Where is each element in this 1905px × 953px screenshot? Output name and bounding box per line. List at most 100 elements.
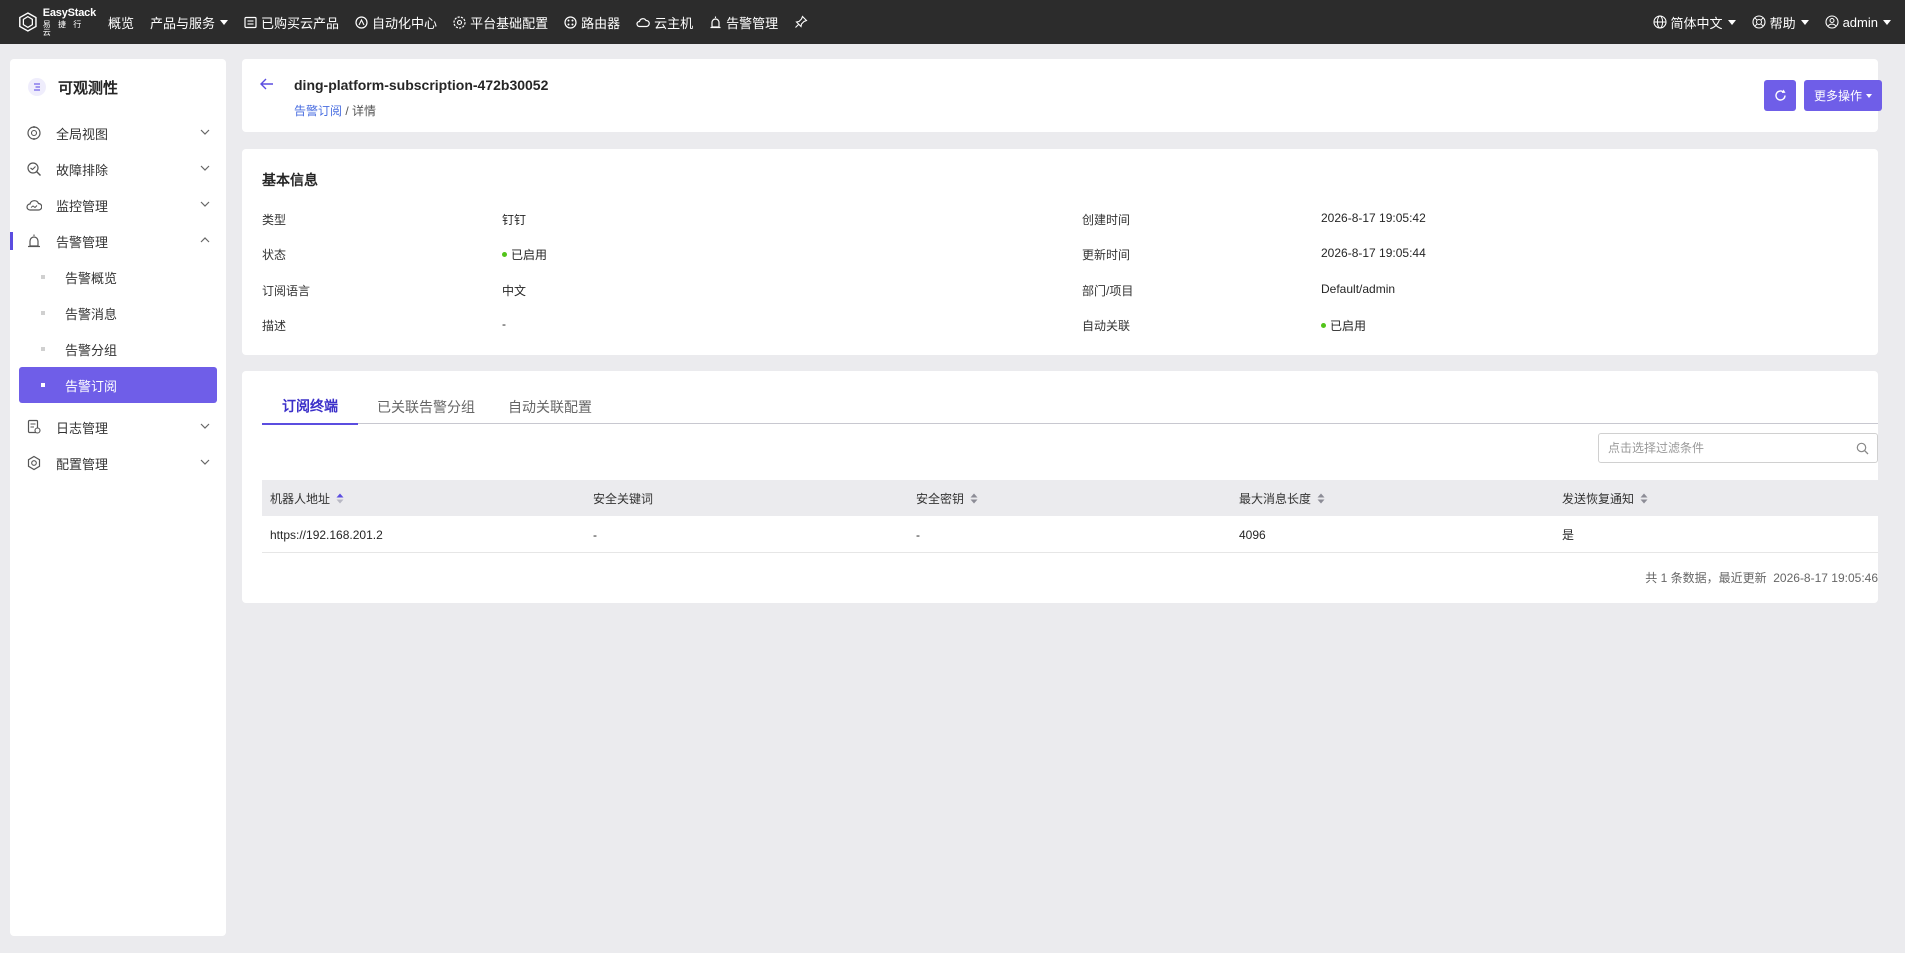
chevron-down-icon [200,459,210,465]
nav-cloud-host-label: 云主机 [654,15,694,31]
tab-subscription-endpoints[interactable]: 订阅终端 [262,389,358,425]
basic-info-card: 基本信息 类型 钉钉 状态 已启用 订阅语言 中文 描述 - 创建时间 2026… [242,149,1878,355]
tab-auto-association-config[interactable]: 自动关联配置 [498,389,602,424]
logo-text-top: EasyStack [42,6,96,19]
nav-router[interactable]: 路由器 [564,0,620,44]
sidebar-subitem-alarm-messages[interactable]: 告警消息 [19,295,217,331]
logo-text-bottom: 易 捷 行 云 [42,19,84,37]
chevron-down-icon [220,19,229,25]
description-value: - [502,317,506,331]
nav-platform-config[interactable]: 平台基础配置 [453,0,548,44]
sidebar-subitem-alarm-groups[interactable]: 告警分组 [19,331,217,367]
breadcrumb: 告警订阅 / 详情 [294,102,376,119]
top-navbar: EasyStack 易 捷 行 云 概览 产品与服务 已购买云产品 自动化中心 [0,0,1905,44]
sidebar-subitem-alarm-subscription[interactable]: 告警订阅 [19,367,217,403]
refresh-button[interactable] [1764,80,1796,111]
pin-button[interactable] [794,0,808,44]
help-icon [1752,15,1766,29]
breadcrumb-link-alarm-subscription[interactable]: 告警订阅 [294,104,342,118]
column-header-label: 发送恢复通知 [1562,491,1635,506]
nav-cloud-host[interactable]: 云主机 [636,0,693,44]
filter-input[interactable] [1608,441,1843,455]
sort-icon[interactable] [1640,493,1648,504]
column-header-secret-key[interactable]: 安全密钥 [916,480,978,516]
nav-products-services[interactable]: 产品与服务 [150,0,229,44]
sidebar-item-monitoring[interactable]: 监控管理 [10,187,226,223]
language-label: 简体中文 [1670,15,1723,31]
status-label: 状态 [262,248,287,262]
sort-icon[interactable] [1317,493,1325,504]
sidebar-item-label: 日志管理 [56,420,109,436]
sidebar-subitem-label: 告警订阅 [65,378,118,394]
log-icon [27,419,41,434]
table-cell-send-recovery: 是 [1562,528,1575,542]
column-header-robot-url[interactable]: 机器人地址 [270,480,344,516]
bullet-icon [41,311,45,315]
sidebar-item-label: 监控管理 [56,198,109,214]
chevron-down-icon [200,129,210,135]
column-header-label: 安全关键词 [593,491,654,506]
section-title: 基本信息 [262,172,318,188]
easystack-logo[interactable]: EasyStack 易 捷 行 云 [18,6,96,37]
breadcrumb-separator: / [342,104,353,118]
chevron-down-icon [200,423,210,429]
sidebar-header: 可观测性 [10,59,226,115]
top-nav: 概览 产品与服务 已购买云产品 自动化中心 平台基础配置 路由器 云主机 告警管… [108,0,824,44]
sidebar-subitem-alarm-overview[interactable]: 告警概览 [19,259,217,295]
back-button[interactable] [256,73,278,95]
nav-automation[interactable]: 自动化中心 [355,0,437,44]
menu-toggle-icon[interactable] [28,78,46,96]
sidebar-item-log-management[interactable]: 日志管理 [10,409,226,445]
nav-overview[interactable]: 概览 [108,0,134,44]
refresh-icon [1774,89,1786,101]
column-header-security-keyword: 安全关键词 [593,480,653,516]
table-footer-summary: 共 1 条数据，最近更新 2026-8-17 19:05:46 [1645,569,1878,586]
sidebar-item-alarm-management[interactable]: 告警管理 [10,223,226,259]
column-header-send-recovery[interactable]: 发送恢复通知 [1562,480,1648,516]
sort-ascending-icon[interactable] [336,493,344,504]
search-icon[interactable] [1856,442,1869,455]
sort-icon[interactable] [970,493,978,504]
auto-association-text: 已启用 [1330,319,1367,333]
type-value: 钉钉 [502,213,527,227]
chevron-down-icon [1727,19,1736,25]
alarm-icon [28,234,40,248]
department-label: 部门/项目 [1082,284,1134,298]
chevron-down-icon [1800,19,1809,25]
chevron-down-icon [1866,93,1872,98]
language-selector[interactable]: 简体中文 [1652,13,1736,32]
table-row: https://192.168.201.2 - - 4096 是 [262,516,1878,553]
globe-icon [1652,15,1667,29]
user-menu[interactable]: admin [1825,15,1891,30]
router-icon [564,15,577,29]
type-label: 类型 [262,213,287,227]
sidebar-item-troubleshooting[interactable]: 故障排除 [10,151,226,187]
sidebar-item-label: 故障排除 [56,162,109,178]
sidebar-item-global-view[interactable]: 全局视图 [10,115,226,151]
nav-alarm-management[interactable]: 告警管理 [709,0,778,44]
department-value: Default/admin [1321,282,1396,296]
column-header-label: 安全密钥 [916,491,965,506]
status-dot-icon [1321,323,1326,328]
bullet-icon [41,347,45,351]
table-cell-security-keyword: - [593,527,597,542]
sidebar-item-label: 全局视图 [56,126,109,142]
help-menu[interactable]: 帮助 [1752,13,1809,32]
more-actions-button[interactable]: 更多操作 [1804,80,1882,111]
tab-associated-alarm-groups[interactable]: 已关联告警分组 [366,389,486,424]
sidebar-item-label: 配置管理 [56,456,109,472]
sidebar-item-config-management[interactable]: 配置管理 [10,445,226,481]
top-right-menu: 简体中文 帮助 admin [1637,0,1891,44]
column-header-max-message-length[interactable]: 最大消息长度 [1239,480,1325,516]
bullet-icon [41,383,45,387]
filter-input-box[interactable] [1598,433,1878,463]
column-header-label: 最大消息长度 [1239,491,1312,506]
updated-time-label: 更新时间 [1082,248,1131,262]
nav-purchased-products[interactable]: 已购买云产品 [244,0,339,44]
automation-icon [355,15,368,29]
monitoring-icon [26,200,42,211]
alarm-icon [710,16,721,28]
language-value: 中文 [502,284,527,298]
cloud-icon [636,17,650,27]
language-label: 订阅语言 [262,284,311,298]
